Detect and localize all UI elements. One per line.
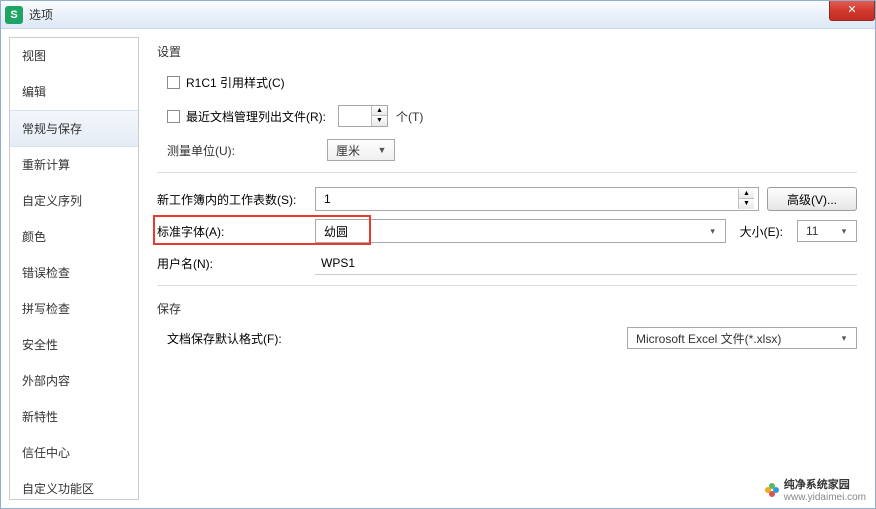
watermark-text: 纯净系统家园	[784, 479, 850, 491]
font-combo[interactable]: ▾	[315, 219, 726, 243]
sidebar-item-trust-center[interactable]: 信任中心	[10, 435, 138, 471]
sheets-spinner[interactable]: ▲ ▼	[315, 187, 759, 211]
sidebar-item-edit[interactable]: 编辑	[10, 74, 138, 110]
measure-unit-combo[interactable]: 厘米 ▼	[327, 139, 395, 161]
close-button[interactable]: ✕	[829, 1, 875, 21]
sidebar-item-general-save[interactable]: 常规与保存	[10, 110, 138, 147]
username-label: 用户名(N):	[157, 255, 307, 272]
font-value[interactable]	[324, 224, 705, 238]
divider	[157, 172, 857, 173]
sheets-label: 新工作簿内的工作表数(S):	[157, 191, 307, 208]
titlebar: S 选项 ✕	[1, 1, 875, 29]
sidebar-item-custom-lists[interactable]: 自定义序列	[10, 183, 138, 219]
r1c1-checkbox[interactable]	[167, 76, 180, 89]
main-panel: 设置 R1C1 引用样式(C) 最近文档管理列出文件(R): ▲ ▼ 个(T)	[139, 29, 875, 508]
sidebar-item-external-content[interactable]: 外部内容	[10, 363, 138, 399]
sidebar-item-recalc[interactable]: 重新计算	[10, 147, 138, 183]
recent-docs-value[interactable]	[339, 109, 371, 123]
default-format-combo[interactable]: Microsoft Excel 文件(*.xlsx) ▾	[627, 327, 857, 349]
sidebar-item-error-check[interactable]: 错误检查	[10, 255, 138, 291]
save-header: 保存	[157, 300, 857, 317]
spinner-down-icon[interactable]: ▼	[372, 116, 387, 126]
spinner-up-icon[interactable]: ▲	[372, 106, 387, 116]
sheets-value[interactable]	[324, 192, 738, 206]
recent-docs-label: 最近文档管理列出文件(R):	[186, 108, 326, 125]
recent-docs-checkbox[interactable]	[167, 110, 180, 123]
chevron-down-icon: ▼	[374, 145, 390, 155]
recent-docs-suffix: 个(T)	[396, 108, 423, 125]
chevron-down-icon: ▾	[836, 333, 852, 344]
sidebar-item-new-features[interactable]: 新特性	[10, 399, 138, 435]
default-format-value: Microsoft Excel 文件(*.xlsx)	[636, 330, 836, 347]
chevron-down-icon: ▾	[836, 226, 852, 237]
default-format-label: 文档保存默认格式(F):	[167, 330, 619, 347]
app-icon: S	[5, 6, 23, 24]
recent-docs-spinner[interactable]: ▲ ▼	[338, 105, 388, 127]
watermark-icon	[764, 482, 780, 498]
measure-unit-value: 厘米	[336, 142, 374, 159]
spinner-down-icon[interactable]: ▼	[739, 199, 754, 209]
username-input[interactable]	[315, 251, 857, 275]
size-combo[interactable]: 11 ▾	[797, 220, 857, 242]
advanced-button[interactable]: 高级(V)...	[767, 187, 857, 211]
window-title: 选项	[29, 6, 53, 23]
sidebar-item-color[interactable]: 颜色	[10, 219, 138, 255]
highlight-annotation	[153, 215, 371, 245]
sidebar-item-spell-check[interactable]: 拼写检查	[10, 291, 138, 327]
sidebar-item-view[interactable]: 视图	[10, 38, 138, 74]
size-value: 11	[806, 224, 836, 238]
sidebar: 视图 编辑 常规与保存 重新计算 自定义序列 颜色 错误检查 拼写检查 安全性 …	[9, 37, 139, 500]
size-label: 大小(E):	[740, 223, 783, 240]
r1c1-label: R1C1 引用样式(C)	[186, 74, 285, 91]
measure-unit-label: 测量单位(U):	[167, 142, 327, 159]
settings-header: 设置	[157, 43, 857, 60]
watermark: 纯净系统家园 www.yidaimei.com	[760, 474, 870, 505]
watermark-url: www.yidaimei.com	[784, 492, 866, 503]
sidebar-item-customize-ribbon[interactable]: 自定义功能区	[10, 471, 138, 500]
divider	[157, 285, 857, 286]
chevron-down-icon: ▾	[705, 226, 721, 237]
sidebar-item-security[interactable]: 安全性	[10, 327, 138, 363]
spinner-up-icon[interactable]: ▲	[739, 189, 754, 199]
